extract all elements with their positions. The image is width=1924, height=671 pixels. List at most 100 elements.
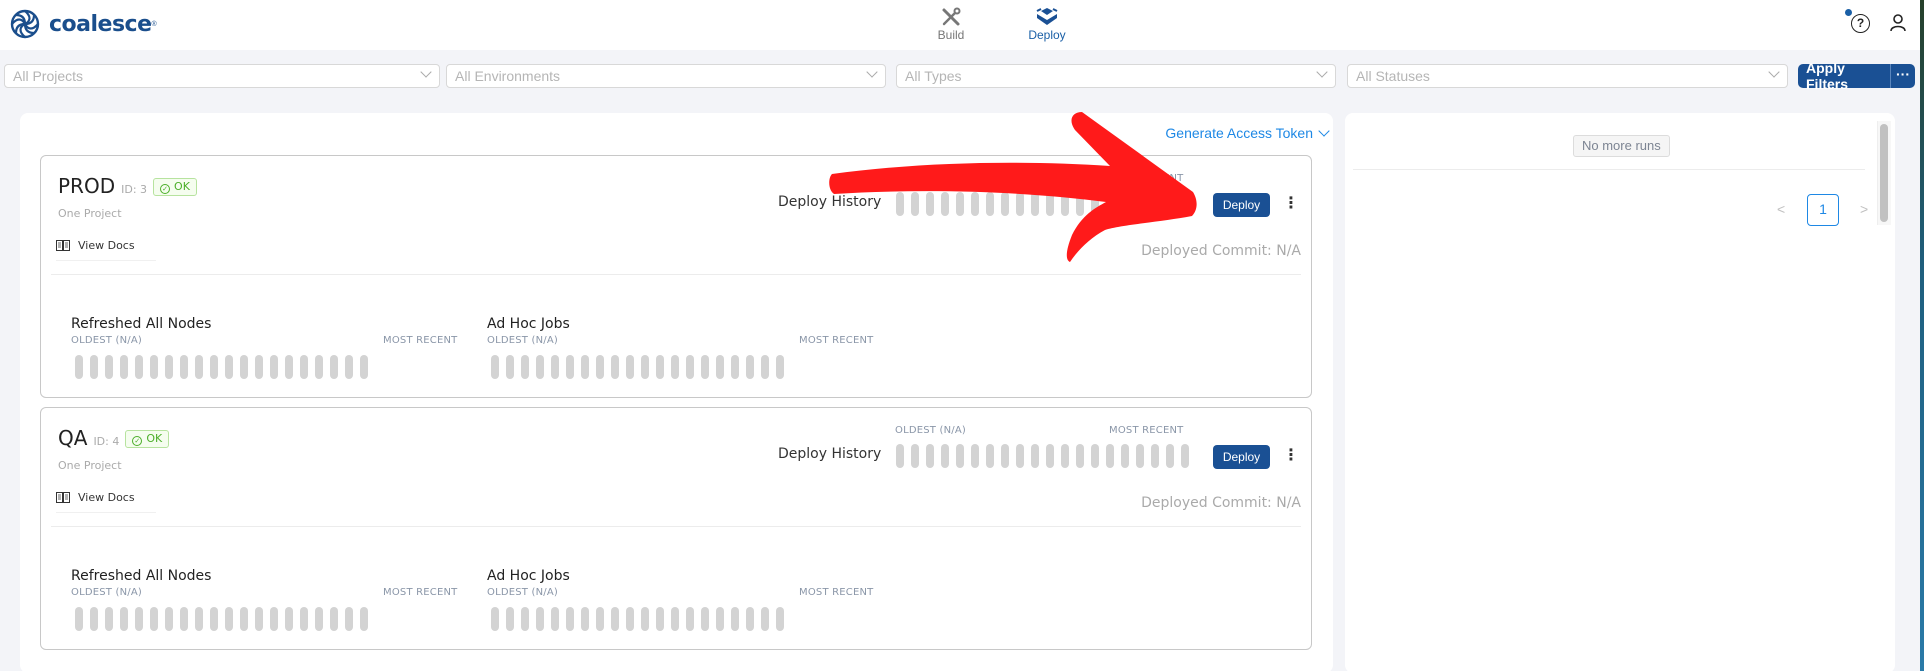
run-slot[interactable] [1076,444,1084,468]
environments-filter[interactable]: All Environments [446,64,886,88]
run-slot[interactable] [896,444,904,468]
run-slot[interactable] [941,192,949,216]
projects-filter[interactable]: All Projects [4,64,440,88]
run-slot[interactable] [926,192,934,216]
deploy-button[interactable]: Deploy [1213,445,1270,469]
run-slot[interactable] [956,192,964,216]
run-slot[interactable] [255,607,263,631]
run-slot[interactable] [360,607,368,631]
run-slot[interactable] [135,607,143,631]
run-slot[interactable] [506,607,514,631]
run-slot[interactable] [596,355,604,379]
run-slot[interactable] [1001,192,1009,216]
run-slot[interactable] [1091,192,1099,216]
run-slot[interactable] [330,607,338,631]
run-slot[interactable] [225,355,233,379]
types-filter[interactable]: All Types [896,64,1336,88]
run-slot[interactable] [1136,192,1144,216]
run-slot[interactable] [1046,444,1054,468]
pagination-page-1[interactable]: 1 [1807,194,1839,226]
run-slot[interactable] [896,192,904,216]
run-slot[interactable] [360,355,368,379]
run-slot[interactable] [956,444,964,468]
run-slot[interactable] [1016,192,1024,216]
run-slot[interactable] [180,355,188,379]
run-slot[interactable] [776,355,784,379]
run-slot[interactable] [240,355,248,379]
run-slot[interactable] [345,355,353,379]
run-slot[interactable] [1106,192,1114,216]
run-slot[interactable] [626,355,634,379]
run-slot[interactable] [210,607,218,631]
run-slot[interactable] [105,355,113,379]
run-slot[interactable] [90,607,98,631]
generate-access-token-button[interactable]: Generate Access Token [1165,125,1330,141]
run-slot[interactable] [1151,444,1159,468]
run-slot[interactable] [566,355,574,379]
apply-filters-button[interactable]: Apply Filters [1798,60,1890,92]
run-slot[interactable] [641,607,649,631]
run-slot[interactable] [1121,192,1129,216]
run-slot[interactable] [1106,444,1114,468]
more-options-button[interactable]: ··· [1890,64,1915,88]
run-slot[interactable] [971,444,979,468]
run-slot[interactable] [150,355,158,379]
run-slot[interactable] [315,355,323,379]
run-slot[interactable] [596,607,604,631]
run-slot[interactable] [150,607,158,631]
run-slot[interactable] [911,192,919,216]
run-slot[interactable] [135,355,143,379]
logo[interactable]: coalesce ® [9,8,157,40]
run-slot[interactable] [1031,444,1039,468]
run-slot[interactable] [986,444,994,468]
run-slot[interactable] [641,355,649,379]
run-slot[interactable] [195,607,203,631]
run-slot[interactable] [270,607,278,631]
run-slot[interactable] [255,355,263,379]
run-slot[interactable] [911,444,919,468]
run-slot[interactable] [1061,444,1069,468]
run-slot[interactable] [270,355,278,379]
run-slot[interactable] [240,607,248,631]
run-slot[interactable] [165,607,173,631]
run-slot[interactable] [225,607,233,631]
run-slot[interactable] [701,355,709,379]
run-slot[interactable] [761,355,769,379]
run-slot[interactable] [761,607,769,631]
run-slot[interactable] [345,607,353,631]
user-icon[interactable] [1890,14,1906,32]
run-slot[interactable] [90,355,98,379]
run-slot[interactable] [536,355,544,379]
run-slot[interactable] [1061,192,1069,216]
pagination-next-button[interactable]: > [1860,201,1868,217]
run-slot[interactable] [300,355,308,379]
run-slot[interactable] [300,607,308,631]
run-slot[interactable] [210,355,218,379]
run-slot[interactable] [285,355,293,379]
run-slot[interactable] [551,607,559,631]
run-slot[interactable] [656,355,664,379]
run-slot[interactable] [521,607,529,631]
more-actions-icon[interactable]: ⋮ [1283,446,1299,464]
run-slot[interactable] [120,607,128,631]
deploy-button[interactable]: Deploy [1213,193,1270,217]
run-slot[interactable] [581,607,589,631]
run-slot[interactable] [701,607,709,631]
statuses-filter[interactable]: All Statuses [1347,64,1788,88]
run-slot[interactable] [1016,444,1024,468]
run-slot[interactable] [746,607,754,631]
run-slot[interactable] [1181,444,1189,468]
run-slot[interactable] [521,355,529,379]
run-slot[interactable] [566,607,574,631]
more-actions-icon[interactable]: ⋮ [1283,194,1299,212]
run-slot[interactable] [686,355,694,379]
run-slot[interactable] [731,607,739,631]
run-slot[interactable] [1046,192,1054,216]
run-slot[interactable] [1091,444,1099,468]
run-slot[interactable] [1136,444,1144,468]
tab-build[interactable]: Build [921,6,981,42]
run-slot[interactable] [611,607,619,631]
view-docs-link[interactable]: View Docs [56,491,156,513]
run-slot[interactable] [686,607,694,631]
run-slot[interactable] [551,355,559,379]
